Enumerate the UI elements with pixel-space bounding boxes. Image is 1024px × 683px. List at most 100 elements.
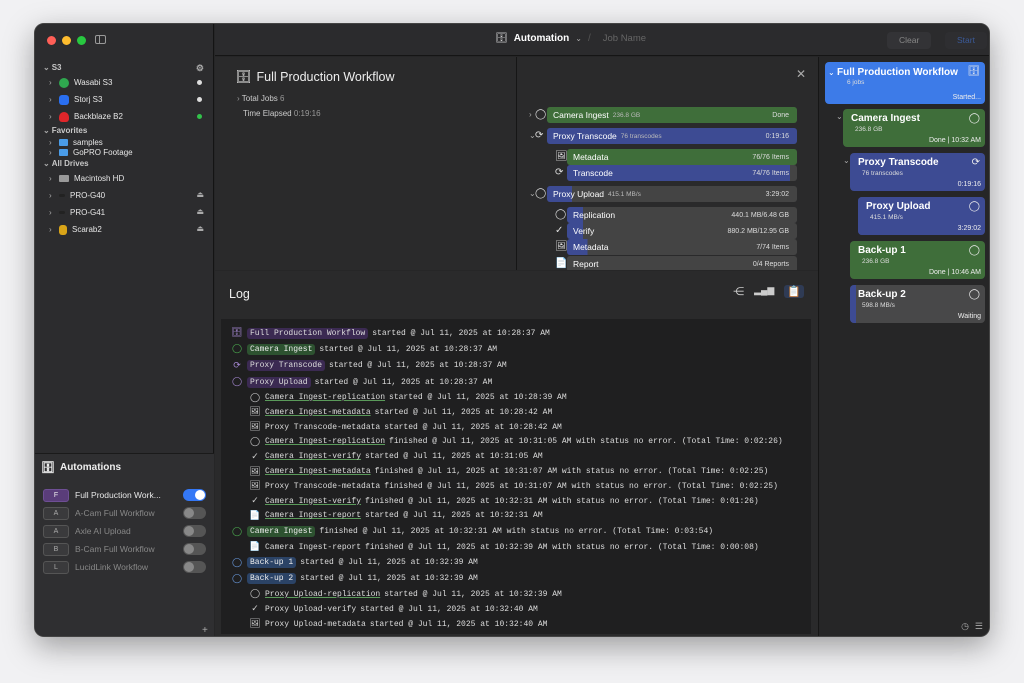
log-text: started @ Jul 11, 2025 at 10:28:42 AM: [384, 422, 562, 432]
stage-row[interactable]: 🖼 Metadata 76/76 Items: [517, 149, 817, 166]
zoom-window-button[interactable]: [77, 36, 86, 45]
chevron-right-icon[interactable]: ›: [49, 112, 59, 121]
minimize-window-button[interactable]: [62, 36, 71, 45]
section-s3[interactable]: ⌄ S3 ⚙: [35, 62, 214, 74]
sidebar-item-pro-g41[interactable]: › PRO-G41 ⏏: [35, 204, 214, 221]
job-status: Done | 10:46 AM: [928, 269, 981, 276]
chevron-down-icon[interactable]: ⌄: [575, 34, 582, 43]
automation-toggle[interactable]: [183, 507, 206, 519]
workflow-job-card[interactable]: Full Production Workflow 6 jobs Started.…: [825, 62, 985, 104]
sidebar-item-samples[interactable]: › samples: [35, 137, 214, 147]
sidebar-item-scarab2[interactable]: › Scarab2 ⏏: [35, 221, 214, 238]
log-icon: 🖼: [249, 619, 261, 630]
log-tag[interactable]: Camera Ingest-verify: [265, 452, 361, 461]
stage-row[interactable]: › ◯ Camera Ingest 236.8 GB Done: [517, 107, 817, 124]
log-tag[interactable]: Camera Ingest-report: [265, 511, 361, 520]
automation-toggle[interactable]: [183, 525, 206, 537]
stage-row[interactable]: 📄 Report 0/4 Reports: [517, 256, 817, 270]
chevron-down-icon: ⌄: [43, 159, 50, 168]
log-text: started @ Jul 11, 2025 at 10:28:39 AM: [389, 393, 567, 403]
log-tag[interactable]: Camera Ingest-metadata: [265, 467, 371, 476]
stage-row[interactable]: ⌄ ◯ Proxy Upload 415.1 MB/s 3:29:02: [517, 186, 817, 203]
job-sub: 236.8 GB: [862, 258, 890, 265]
log-text: started @ Jul 11, 2025 at 10:31:05 AM: [365, 452, 543, 462]
clipboard-icon[interactable]: 📋: [784, 285, 804, 298]
stage-row[interactable]: ✓ Verify 880.2 MB/12.95 GB: [517, 223, 817, 240]
signal-icon[interactable]: ▂▄▆: [754, 285, 774, 298]
automation-toggle[interactable]: [183, 489, 206, 501]
list-icon[interactable]: ☰: [975, 621, 983, 632]
drive-icon: [59, 224, 67, 235]
stage-status: 880.2 MB/12.95 GB: [727, 227, 789, 235]
chevron-right-icon[interactable]: ›: [49, 174, 59, 183]
sidebar-item-gopro[interactable]: › GoPRO Footage: [35, 147, 214, 158]
job-card[interactable]: Camera Ingest 236.8 GB Done | 10:32 AM ◯: [843, 109, 985, 147]
automation-toggle[interactable]: [183, 543, 206, 555]
log-text: started @ Jul 11, 2025 at 10:28:37 AM: [314, 377, 493, 387]
log-tag[interactable]: Camera Ingest-metadata: [265, 408, 371, 417]
automation-item[interactable]: A Axle AI Upload: [43, 522, 214, 540]
chevron-right-icon[interactable]: ›: [49, 78, 59, 87]
close-icon[interactable]: ✕: [796, 67, 806, 81]
job-name-input[interactable]: Job Name: [603, 33, 646, 44]
log-tag[interactable]: Camera Ingest-replication: [265, 437, 385, 446]
sidebar-toggle-icon[interactable]: [95, 35, 106, 44]
automation-menu[interactable]: Automation: [514, 33, 570, 44]
log-tag[interactable]: Proxy Upload-replication: [265, 590, 380, 599]
section-all-drives[interactable]: ⌄ All Drives: [35, 158, 214, 170]
eject-icon[interactable]: ⏏: [196, 224, 204, 233]
share-icon[interactable]: ⋲: [733, 285, 744, 298]
automation-toggle[interactable]: [183, 561, 206, 573]
section-favorites[interactable]: ⌄ Favorites: [35, 125, 214, 137]
automation-item[interactable]: F Full Production Work...: [43, 486, 214, 504]
stage-row[interactable]: 🖼 Metadata 7/74 Items: [517, 239, 817, 256]
gear-icon[interactable]: ⚙: [196, 62, 204, 74]
job-card[interactable]: Proxy Upload 415.1 MB/s 3:29:02 ◯: [858, 197, 985, 235]
automation-item[interactable]: B B-Cam Full Workflow: [43, 540, 214, 558]
automation-label: Full Production Work...: [75, 490, 161, 500]
chevron-down-icon[interactable]: ⌄: [843, 156, 850, 165]
stage-sub: 415.1 MB/s: [608, 190, 641, 198]
chevron-right-icon[interactable]: ›: [49, 208, 59, 217]
log-text: started @ Jul 11, 2025 at 10:32:39 AM: [300, 558, 478, 568]
stage-row[interactable]: ⟳ Transcode 74/76 Items: [517, 165, 817, 182]
stage-row[interactable]: ◯ Replication 440.1 MB/6.48 GB: [517, 207, 817, 224]
log-line: ◯ Camera Ingest-replication started @ Jul …: [221, 390, 811, 405]
log-output[interactable]: 🗄 Full Production Workflow started @ Jul 1…: [221, 319, 811, 634]
automation-item[interactable]: L LucidLink Workflow: [43, 558, 214, 576]
chevron-right-icon[interactable]: ›: [529, 110, 532, 119]
chevron-down-icon[interactable]: ⌄: [836, 112, 843, 121]
item-label: PRO-G41: [70, 208, 106, 217]
chevron-right-icon[interactable]: ›: [49, 191, 59, 200]
sidebar-item-backblaze[interactable]: › Backblaze B2: [35, 108, 214, 125]
sidebar-item-storj[interactable]: › Storj S3: [35, 91, 214, 108]
sidebar-item-macintosh-hd[interactable]: › Macintosh HD: [35, 170, 214, 187]
eject-icon[interactable]: ⏏: [196, 207, 204, 216]
log-tag[interactable]: Camera Ingest-verify: [265, 497, 361, 506]
stage-row[interactable]: ⌄ ⟳ Proxy Transcode 76 transcodes 0:19:16: [517, 128, 817, 145]
job-card[interactable]: Back-up 1 236.8 GB Done | 10:46 AM ◯: [850, 241, 985, 279]
start-button[interactable]: Start: [945, 32, 987, 49]
clear-button[interactable]: Clear: [887, 32, 932, 49]
chevron-right-icon[interactable]: ›: [49, 148, 59, 157]
job-card[interactable]: Proxy Transcode 76 transcodes 0:19:16 ⟳: [850, 153, 985, 191]
log-tag[interactable]: Camera Ingest-replication: [265, 393, 385, 402]
automation-item[interactable]: A A-Cam Full Workflow: [43, 504, 214, 522]
total-jobs-row[interactable]: › Total Jobs 6: [237, 94, 284, 103]
add-automation-button[interactable]: +: [202, 625, 208, 636]
stage-icon: ◯: [535, 109, 547, 120]
job-card[interactable]: Back-up 2 598.8 MB/s Waiting ◯: [850, 285, 985, 323]
log-line: 🖼 Proxy Upload-metadata started @ Jul 11, …: [221, 617, 811, 632]
close-window-button[interactable]: [47, 36, 56, 45]
chevron-right-icon[interactable]: ›: [49, 138, 59, 147]
eject-icon[interactable]: ⏏: [196, 190, 204, 199]
chevron-right-icon[interactable]: ›: [49, 225, 59, 234]
sidebar-item-pro-g40[interactable]: › PRO-G40 ⏏: [35, 187, 214, 204]
chevron-right-icon[interactable]: ›: [49, 95, 59, 104]
stage-progress-bar: Metadata 76/76 Items: [567, 149, 797, 165]
history-icon[interactable]: ◷: [961, 621, 969, 632]
progress-strip: [858, 197, 864, 235]
backblaze-icon: [59, 111, 69, 122]
sidebar-item-wasabi[interactable]: › Wasabi S3: [35, 74, 214, 91]
chevron-down-icon[interactable]: ⌄: [828, 68, 835, 77]
